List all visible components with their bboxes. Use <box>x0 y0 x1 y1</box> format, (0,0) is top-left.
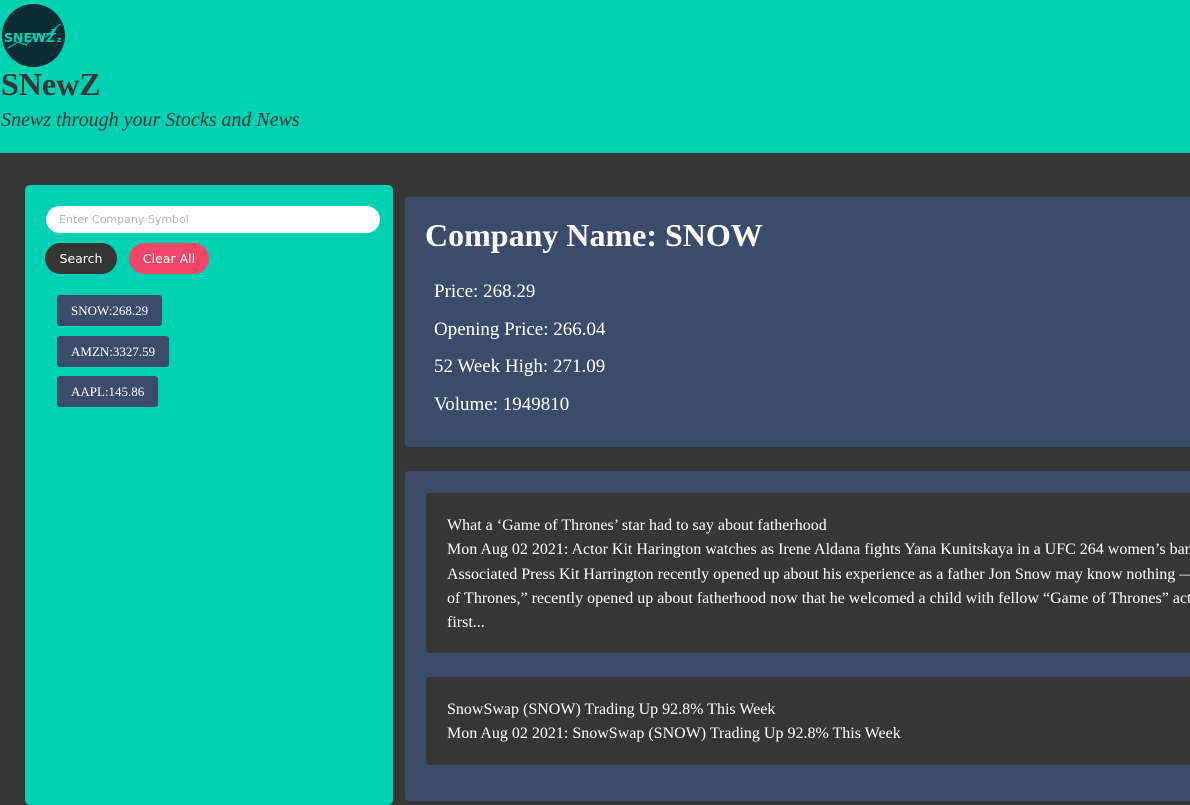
week52-high: 52 Week High: 271.09 <box>434 356 606 377</box>
clear-all-button[interactable]: Clear All <box>129 243 209 274</box>
history-item-aapl[interactable]: AAPL:145.86 <box>57 376 159 407</box>
opening-price: Opening Price: 266.04 <box>434 319 606 340</box>
stock-info-card: Company Name: SNOW Price: 268.29 Opening… <box>405 197 1190 447</box>
trade-volume: Volume: 1949810 <box>434 394 570 415</box>
svg-text:z: z <box>57 36 61 44</box>
news-panel: What a ‘Game of Thrones’ star had to say… <box>405 471 1190 801</box>
news-headline: What a ‘Game of Thrones’ star had to say… <box>447 517 827 534</box>
site-title: SNewZ <box>1 66 101 102</box>
news-summary-line: first... <box>447 614 485 632</box>
news-summary-line: Mon Aug 02 2021: SnowSwap (SNOW) Trading… <box>447 725 901 743</box>
company-symbol-input[interactable] <box>46 206 380 233</box>
site-header: SNEWZ z z SNewZ Snewz through your Stock… <box>0 0 1190 153</box>
news-item[interactable]: SnowSwap (SNOW) Trading Up 92.8% This We… <box>426 677 1190 765</box>
site-subtitle: Snewz through your Stocks and News <box>1 109 300 131</box>
stock-price: Price: 268.29 <box>434 281 536 302</box>
search-button[interactable]: Search <box>45 243 117 274</box>
history-item-snow[interactable]: SNOW:268.29 <box>57 295 163 326</box>
news-headline: SnowSwap (SNOW) Trading Up 92.8% This We… <box>447 701 776 718</box>
svg-text:z: z <box>51 27 56 37</box>
news-summary-line: of Thrones,” recently opened up about fa… <box>447 589 1190 607</box>
search-sidebar: Search Clear All SNOW:268.29 AMZN:3327.5… <box>25 185 393 805</box>
news-summary-line: Associated Press Kit Harrington recently… <box>447 565 1190 583</box>
svg-text:SNEWZ: SNEWZ <box>4 30 55 45</box>
history-item-amzn[interactable]: AMZN:3327.59 <box>57 336 170 367</box>
news-item[interactable]: What a ‘Game of Thrones’ star had to say… <box>426 493 1190 653</box>
news-summary-line: Mon Aug 02 2021: Actor Kit Harington wat… <box>447 541 1190 559</box>
snewz-logo-icon: SNEWZ z z <box>2 4 65 67</box>
company-name: Company Name: SNOW <box>425 217 763 253</box>
